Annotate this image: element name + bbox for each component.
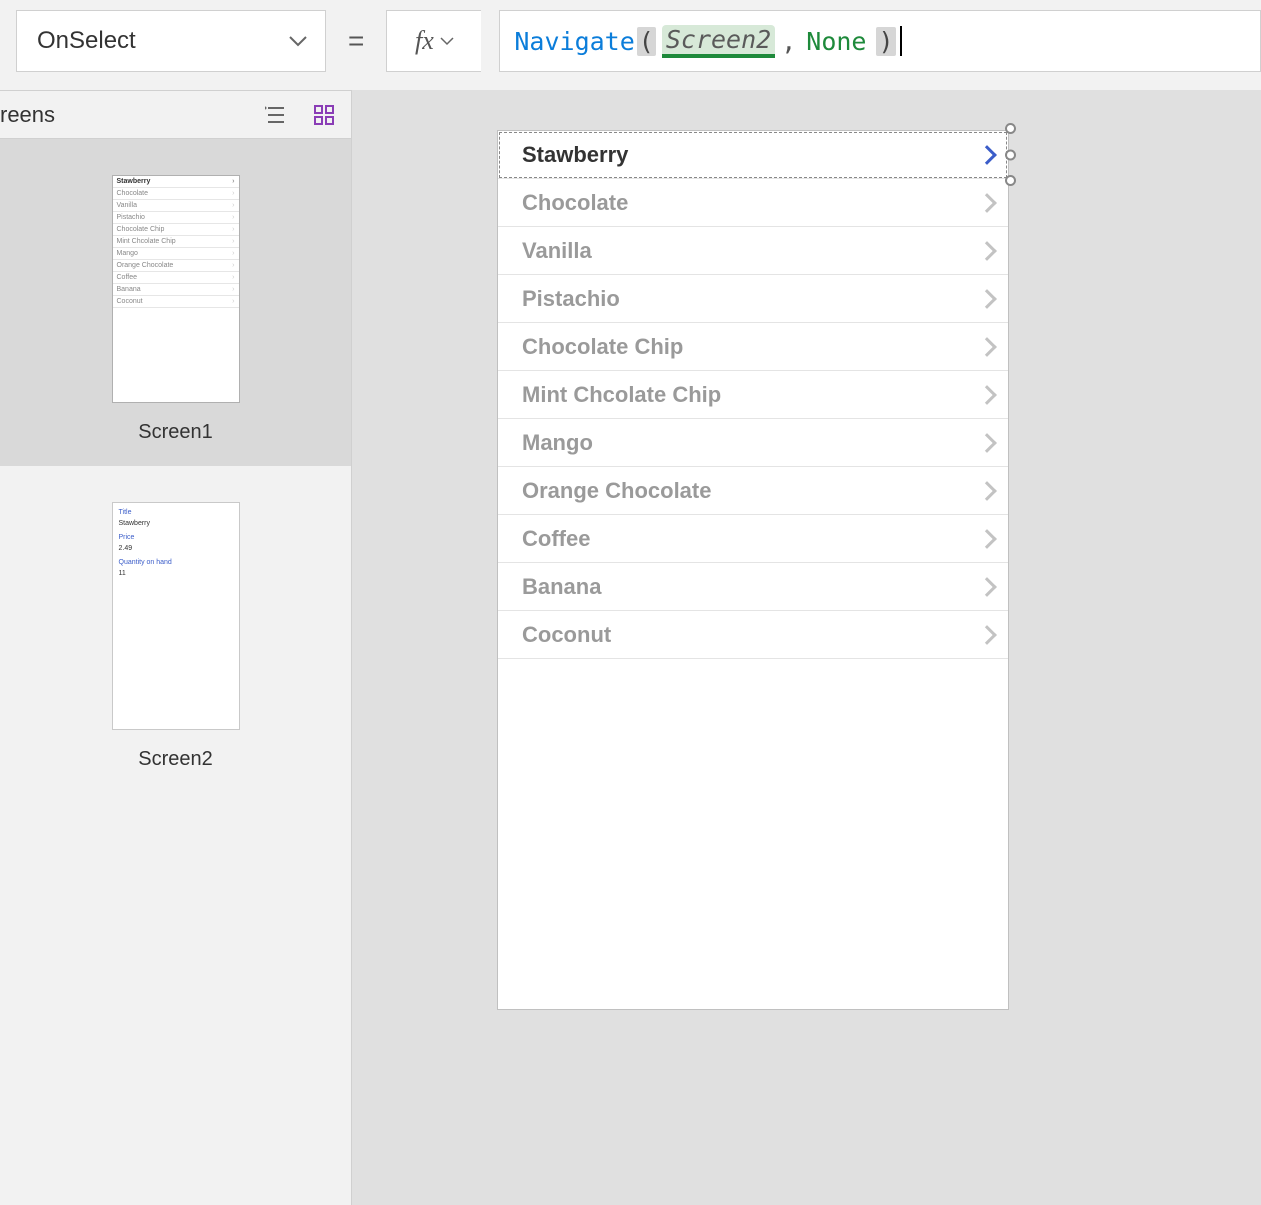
chevron-right-icon[interactable]	[977, 337, 997, 357]
gallery-item-label: Mint Chcolate Chip	[522, 382, 721, 408]
chevron-right-icon[interactable]	[977, 289, 997, 309]
canvas-area: Stawberry Chocolate Vanilla Pistachio Ch…	[352, 90, 1261, 1205]
chevron-right-icon[interactable]	[977, 193, 997, 213]
chevron-right-icon[interactable]	[977, 625, 997, 645]
formula-token-comma: ,	[781, 27, 796, 56]
grid-view-icon[interactable]	[311, 102, 337, 128]
formula-token-function: Navigate	[514, 27, 634, 56]
gallery-row[interactable]: Pistachio	[498, 275, 1008, 323]
gallery-item-label: Chocolate	[522, 190, 628, 216]
gallery-item-label: Pistachio	[522, 286, 620, 312]
app-screen-preview: Stawberry Chocolate Vanilla Pistachio Ch…	[497, 130, 1009, 1010]
screen-thumbnail-screen1[interactable]: Stawberry› Chocolate› Vanilla› Pistachio…	[0, 139, 351, 466]
gallery-row[interactable]: Vanilla	[498, 227, 1008, 275]
gallery-row-selected[interactable]: Stawberry	[498, 131, 1008, 179]
gallery-row[interactable]: Chocolate Chip	[498, 323, 1008, 371]
property-selector[interactable]: OnSelect	[16, 10, 326, 72]
gallery-row[interactable]: Mango	[498, 419, 1008, 467]
gallery-row[interactable]: Mint Chcolate Chip	[498, 371, 1008, 419]
gallery-row[interactable]: Chocolate	[498, 179, 1008, 227]
gallery-item-label: Coconut	[522, 622, 611, 648]
list-view-icon[interactable]	[263, 102, 289, 128]
text-cursor	[900, 26, 902, 56]
tree-header-label: reens	[0, 102, 55, 128]
chevron-right-icon[interactable]	[977, 385, 997, 405]
fx-button[interactable]: fx	[386, 10, 481, 72]
screen1-thumb-preview: Stawberry› Chocolate› Vanilla› Pistachio…	[112, 175, 240, 403]
gallery-row[interactable]: Orange Chocolate	[498, 467, 1008, 515]
gallery-item-label: Mango	[522, 430, 593, 456]
screen-thumbnail-screen2[interactable]: Title Stawberry Price 2.49 Quantity on h…	[0, 466, 351, 793]
formula-token-arg2: None	[806, 27, 866, 56]
chevron-right-icon[interactable]	[977, 529, 997, 549]
gallery-row[interactable]: Coffee	[498, 515, 1008, 563]
tree-header-icons	[263, 102, 337, 128]
tree-header: reens	[0, 91, 351, 139]
formula-token-arg1: Screen2	[662, 25, 775, 58]
formula-bar: OnSelect = fx Navigate ( Screen2 , None …	[0, 0, 1261, 82]
chevron-right-icon[interactable]	[977, 145, 997, 165]
property-name: OnSelect	[37, 27, 136, 55]
screen1-label: Screen1	[0, 421, 351, 444]
formula-token-close-paren: )	[876, 27, 895, 56]
chevron-right-icon[interactable]	[977, 241, 997, 261]
gallery-item-label: Vanilla	[522, 238, 592, 264]
gallery-item-label: Orange Chocolate	[522, 478, 711, 504]
chevron-right-icon[interactable]	[977, 433, 997, 453]
gallery-item-label: Banana	[522, 574, 601, 600]
gallery-row[interactable]: Coconut	[498, 611, 1008, 659]
screen2-thumb-preview: Title Stawberry Price 2.49 Quantity on h…	[112, 502, 240, 730]
formula-input[interactable]: Navigate ( Screen2 , None )	[499, 10, 1261, 72]
chevron-right-icon[interactable]	[977, 577, 997, 597]
gallery-item-label: Stawberry	[522, 142, 628, 168]
chevron-down-icon	[289, 36, 307, 47]
gallery-item-label: Coffee	[522, 526, 590, 552]
formula-token-open-paren: (	[637, 27, 656, 56]
fx-label: fx	[415, 26, 434, 56]
gallery-item-label: Chocolate Chip	[522, 334, 683, 360]
gallery-row[interactable]: Banana	[498, 563, 1008, 611]
tree-view-panel: reens Stawberry› Chocolate› Vanilla› Pis…	[0, 90, 352, 1205]
screen2-label: Screen2	[0, 748, 351, 771]
chevron-right-icon[interactable]	[977, 481, 997, 501]
chevron-down-icon	[440, 37, 454, 46]
equals-sign: =	[344, 25, 368, 57]
